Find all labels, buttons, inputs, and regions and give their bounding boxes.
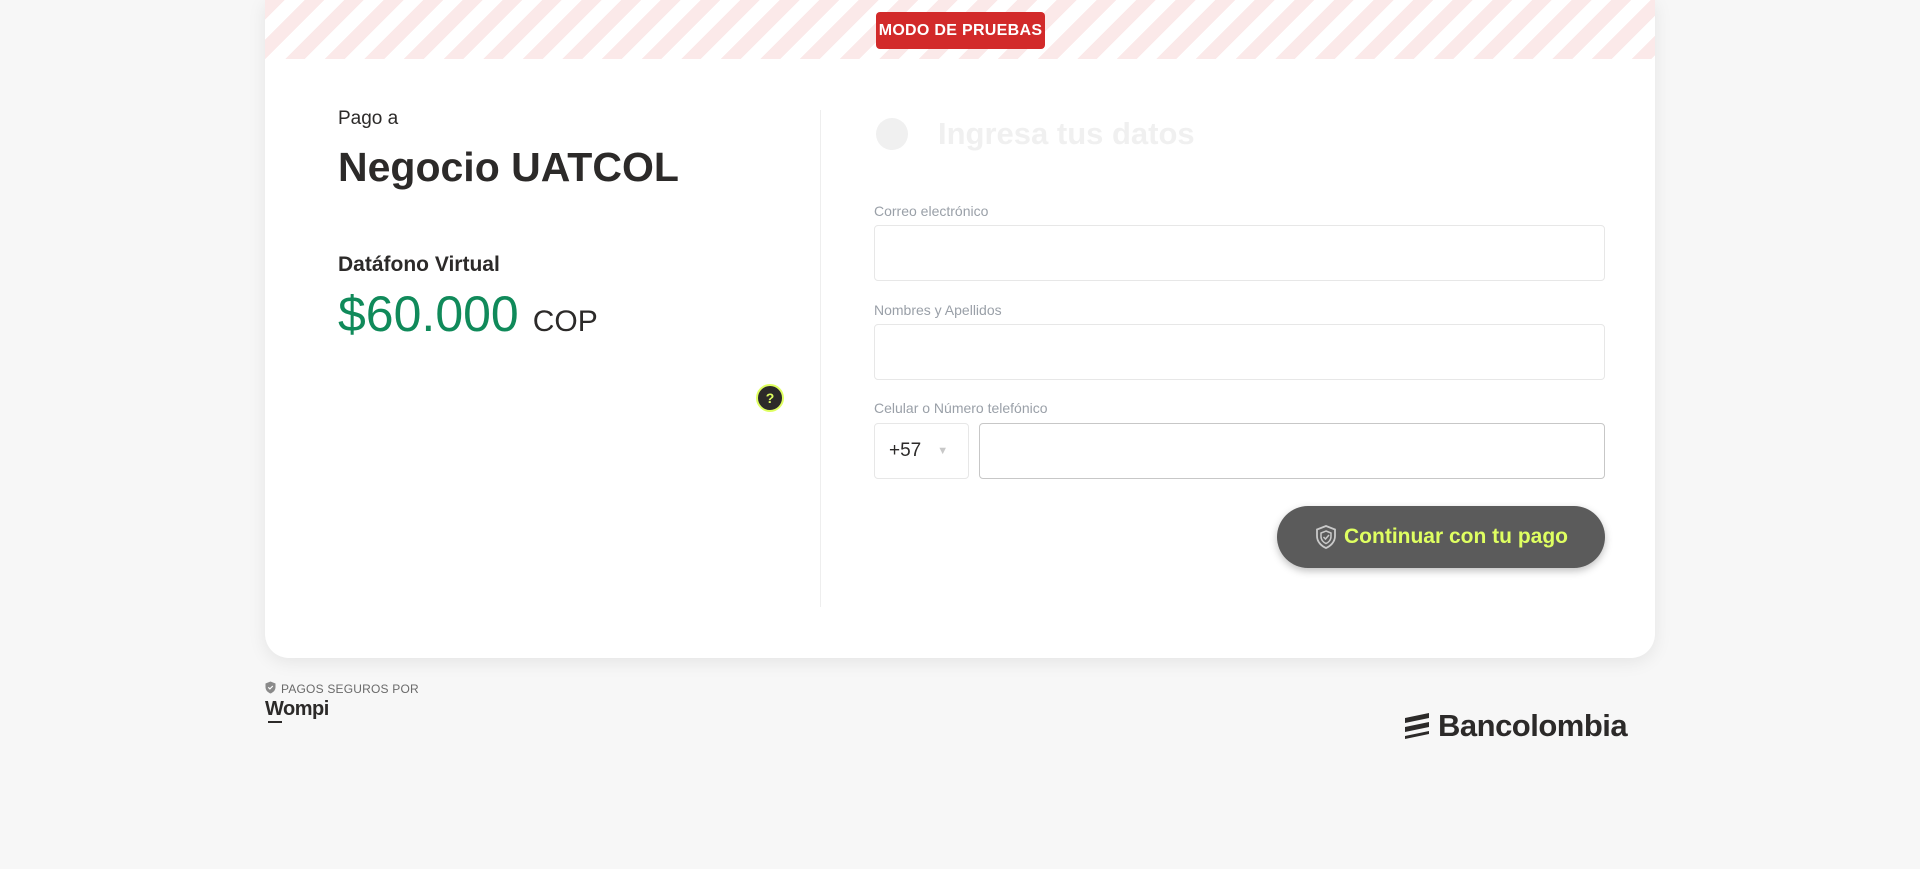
merchant-name: Negocio UATCOL — [338, 144, 679, 190]
secure-payments-label: PAGOS SEGUROS POR — [281, 682, 419, 696]
help-icon[interactable]: ? — [756, 384, 784, 412]
amount-value: $60.000 — [338, 286, 519, 342]
pay-to-label: Pago a — [338, 108, 399, 129]
column-divider — [820, 110, 821, 607]
step-header: Ingresa tus datos — [876, 116, 1195, 152]
bancolombia-mark-icon — [1405, 713, 1429, 739]
chevron-down-icon: ▼ — [937, 445, 949, 457]
currency-code: COP — [532, 305, 598, 338]
bancolombia-logo: Bancolombia — [1402, 708, 1628, 744]
country-code-value: +57 — [889, 440, 922, 461]
checkout-card: MODO DE PRUEBAS Pago a Negocio UATCOL Da… — [265, 0, 1655, 658]
phone-label: Celular o Número telefónico — [874, 400, 1048, 416]
product-name: Datáfono Virtual — [338, 253, 500, 276]
step-title: Ingresa tus datos — [938, 116, 1195, 151]
bancolombia-wordmark: Bancolombia — [1438, 708, 1628, 743]
name-label: Nombres y Apellidos — [874, 302, 1002, 318]
country-code-select[interactable]: +57 ▼ — [874, 423, 969, 479]
secure-payments-note: PAGOS SEGUROS POR — [265, 681, 419, 697]
step-indicator — [876, 118, 908, 150]
full-name-field[interactable] — [874, 324, 1605, 380]
continue-button[interactable]: Continuar con tu pago — [1277, 506, 1605, 568]
shield-icon — [1314, 524, 1338, 550]
email-label: Correo electrónico — [874, 203, 989, 219]
continue-button-label: Continuar con tu pago — [1344, 525, 1568, 548]
test-mode-badge: MODO DE PRUEBAS — [876, 12, 1045, 49]
amount-row: $60.000 COP — [338, 285, 679, 343]
test-mode-banner: MODO DE PRUEBAS — [265, 0, 1655, 59]
payment-summary: Pago a Negocio UATCOL Datáfono Virtual $… — [338, 108, 679, 343]
email-field[interactable] — [874, 225, 1605, 281]
shield-icon — [265, 681, 281, 697]
phone-field[interactable] — [979, 423, 1605, 479]
wompi-logo: Wompi — [265, 698, 329, 723]
